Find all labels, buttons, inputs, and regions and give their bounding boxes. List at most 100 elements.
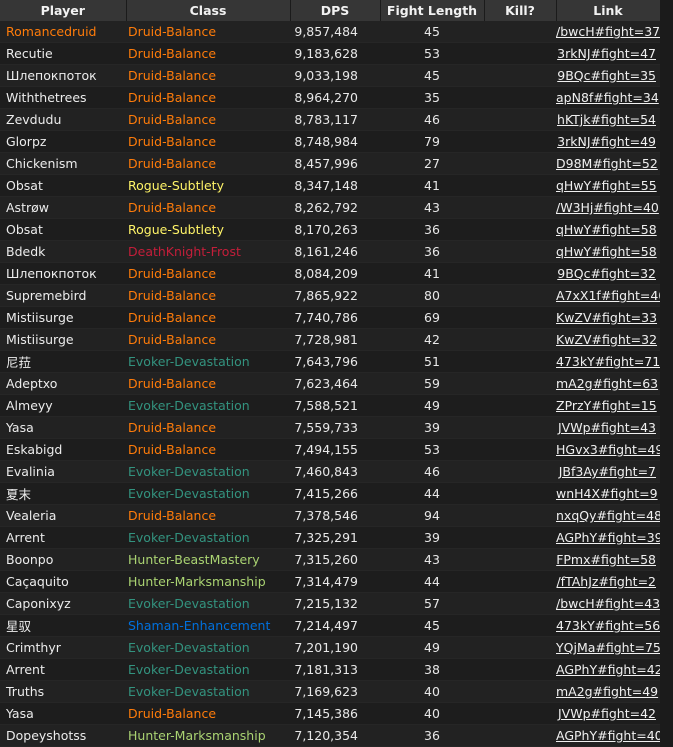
report-link[interactable]: YQjMa#fight=75 [556, 640, 660, 655]
report-link[interactable]: wnH4X#fight=9 [556, 486, 658, 501]
kill-status [484, 724, 556, 747]
report-link[interactable]: apN8f#fight=34 [556, 90, 659, 105]
report-link[interactable]: qHwY#fight=58 [556, 222, 657, 237]
player-name: Mistiisurge [0, 306, 126, 329]
fight-length: 43 [380, 548, 484, 571]
dps-value: 8,964,270 [290, 86, 380, 109]
report-link[interactable]: HGvx3#fight=49 [556, 442, 660, 457]
report-link[interactable]: JVWp#fight=42 [558, 706, 656, 721]
report-link[interactable]: 9BQc#fight=32 [557, 266, 656, 281]
dps-value: 7,181,313 [290, 658, 380, 681]
kill-status [484, 680, 556, 703]
link-cell: FPmx#fight=58 [556, 548, 660, 571]
fight-length: 36 [380, 218, 484, 241]
report-link[interactable]: JVWp#fight=43 [558, 420, 656, 435]
report-link[interactable]: D98M#fight=52 [556, 156, 658, 171]
fight-length: 44 [380, 482, 484, 505]
table-header: Player Class DPS Fight Length Kill? Link [0, 0, 661, 21]
report-link[interactable]: 3rkNJ#fight=49 [557, 134, 656, 149]
player-class: Rogue-Subtlety [126, 218, 290, 241]
link-cell: KwZV#fight=33 [556, 306, 660, 329]
player-class: Druid-Balance [126, 108, 290, 131]
link-cell: AGPhY#fight=40 [556, 724, 660, 747]
link-cell: AGPhY#fight=39 [556, 526, 660, 549]
table-row: Bdedk DeathKnight-Frost 8,161,246 36 qHwY#fi… [0, 240, 660, 263]
column-header-link[interactable]: Link [556, 0, 661, 21]
player-class: Evoker-Devastation [126, 350, 290, 373]
link-cell: wnH4X#fight=9 [556, 482, 660, 505]
report-link[interactable]: 473kY#fight=56 [556, 618, 660, 633]
dps-value: 7,643,796 [290, 350, 380, 373]
dps-value: 9,857,484 [290, 21, 380, 43]
report-link[interactable]: /W3Hj#fight=40 [556, 200, 659, 215]
fight-length: 38 [380, 658, 484, 681]
link-cell: nxqQy#fight=48 [556, 504, 660, 527]
report-link[interactable]: mA2g#fight=49 [556, 684, 658, 699]
table-row: Arrent Evoker-Devastation 7,181,313 38 AGPhY… [0, 658, 660, 681]
column-header-class[interactable]: Class [126, 0, 291, 21]
report-link[interactable]: nxqQy#fight=48 [556, 508, 660, 523]
player-class: Druid-Balance [126, 372, 290, 395]
fight-length: 94 [380, 504, 484, 527]
dps-value: 7,623,464 [290, 372, 380, 395]
report-link[interactable]: AGPhY#fight=39 [556, 530, 660, 545]
report-link[interactable]: KwZV#fight=33 [556, 310, 657, 325]
player-class: Evoker-Devastation [126, 680, 290, 703]
player-name: Withthetrees [0, 86, 126, 109]
link-cell: ZPrzY#fight=15 [556, 394, 660, 417]
link-cell: /W3Hj#fight=40 [556, 196, 660, 219]
kill-status [484, 64, 556, 87]
report-link[interactable]: qHwY#fight=58 [556, 244, 657, 259]
report-link[interactable]: 3rkNJ#fight=47 [557, 46, 656, 61]
player-name: Crimthyr [0, 636, 126, 659]
report-link[interactable]: A7xX1f#fight=40 [556, 288, 660, 303]
report-link[interactable]: hKTjk#fight=54 [557, 112, 656, 127]
link-cell: qHwY#fight=58 [556, 218, 660, 241]
player-class: Druid-Balance [126, 86, 290, 109]
report-link[interactable]: /bwcH#fight=43 [556, 596, 660, 611]
table-row: Almeyy Evoker-Devastation 7,588,521 49 ZPrzY… [0, 394, 660, 417]
report-link[interactable]: FPmx#fight=58 [556, 552, 656, 567]
player-name: Caçaquito [0, 570, 126, 593]
report-link[interactable]: AGPhY#fight=40 [556, 728, 660, 743]
column-header-kill[interactable]: Kill? [484, 0, 557, 21]
report-link[interactable]: qHwY#fight=55 [556, 178, 657, 193]
report-link[interactable]: 9BQc#fight=35 [557, 68, 656, 83]
table-row: Truths Evoker-Devastation 7,169,623 40 mA2g#… [0, 680, 660, 703]
column-header-fight-length[interactable]: Fight Length [380, 0, 485, 21]
player-name: Evalinia [0, 460, 126, 483]
kill-status [484, 482, 556, 505]
report-link[interactable]: JBf3Ay#fight=7 [559, 464, 656, 479]
player-class: Druid-Balance [126, 21, 290, 43]
column-header-player[interactable]: Player [0, 0, 127, 21]
fight-length: 51 [380, 350, 484, 373]
kill-status [484, 592, 556, 615]
report-link[interactable]: 473kY#fight=71 [556, 354, 660, 369]
kill-status [484, 614, 556, 637]
link-cell: HGvx3#fight=49 [556, 438, 660, 461]
kill-status [484, 460, 556, 483]
fight-length: 79 [380, 130, 484, 153]
report-link[interactable]: /bwcH#fight=37 [556, 24, 660, 39]
report-link[interactable]: ZPrzY#fight=15 [556, 398, 657, 413]
player-class: Evoker-Devastation [126, 394, 290, 417]
player-name: Chickenism [0, 152, 126, 175]
link-cell: qHwY#fight=58 [556, 240, 660, 263]
table-body: Romancedruid Druid-Balance 9,857,484 45/bwc… [0, 21, 660, 747]
dps-value: 7,215,132 [290, 592, 380, 615]
report-link[interactable]: KwZV#fight=32 [556, 332, 657, 347]
fight-length: 41 [380, 262, 484, 285]
link-cell: mA2g#fight=49 [556, 680, 660, 703]
report-link[interactable]: AGPhY#fight=42 [556, 662, 660, 677]
fight-length: 40 [380, 702, 484, 725]
table-row: Yasa Druid-Balance 7,559,733 39 JVWp#fight=4… [0, 416, 660, 439]
kill-status [484, 328, 556, 351]
player-class: Evoker-Devastation [126, 636, 290, 659]
column-header-dps[interactable]: DPS [290, 0, 381, 21]
kill-status [484, 306, 556, 329]
link-cell: AGPhY#fight=42 [556, 658, 660, 681]
player-class: Evoker-Devastation [126, 526, 290, 549]
report-link[interactable]: mA2g#fight=63 [556, 376, 658, 391]
fight-length: 46 [380, 108, 484, 131]
report-link[interactable]: /fTAhJz#fight=2 [556, 574, 656, 589]
